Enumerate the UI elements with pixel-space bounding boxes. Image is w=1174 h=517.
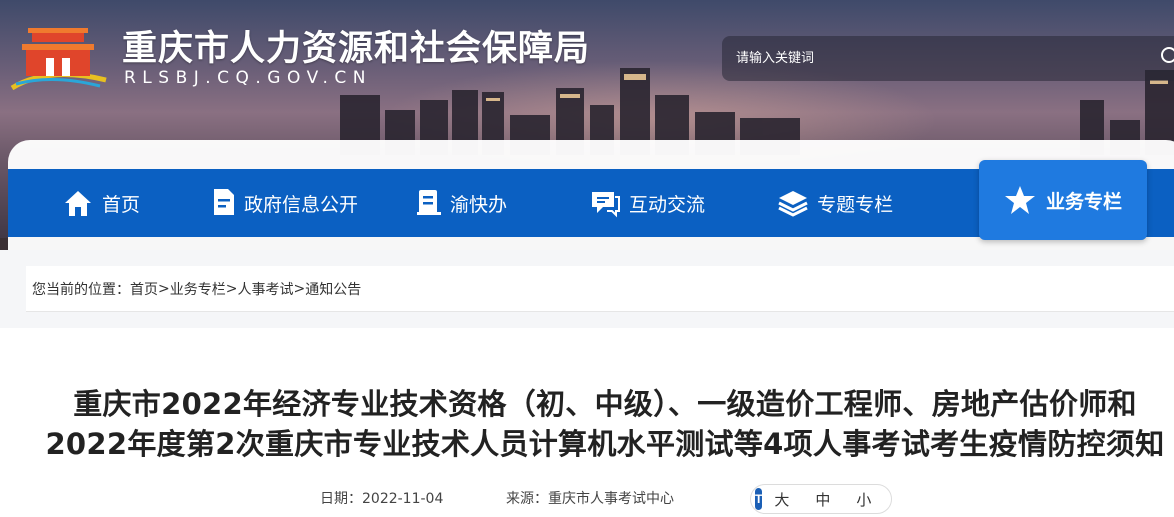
nav-item-special-topics[interactable]: 专题专栏 [777, 169, 893, 237]
breadcrumb-separator: > [158, 280, 170, 297]
breadcrumb-separator: > [225, 280, 238, 297]
date-value: 2022-11-04 [362, 491, 444, 507]
breadcrumb-bar: 您当前的位置： 首页 > 业务专栏 > 人事考试 > 通知公告 [0, 250, 1174, 328]
nav-item-label: 政府信息公开 [244, 193, 359, 216]
nav-item-gov-info[interactable]: 政府信息公开 [212, 169, 358, 237]
nav-item-label: 业务专栏 [1045, 190, 1122, 213]
nav-item-interaction[interactable]: 互动交流 [589, 169, 705, 237]
layers-icon [777, 187, 809, 219]
nav-item-yukuaiban[interactable]: 渝快办 [416, 169, 507, 237]
article-title: 重庆市2022年经济专业技术资格（初、中级）、一级造价工程师、房地产估价师和 2… [30, 384, 1174, 464]
search-box [722, 36, 1174, 81]
article-date: 日期：2022-11-04 [320, 488, 443, 508]
star-icon [1004, 184, 1036, 216]
search-input[interactable] [736, 36, 1136, 81]
clipboard-icon [416, 187, 442, 219]
site-domain: RLSBJ.CQ.GOV.CN [124, 68, 372, 88]
nav-item-home[interactable]: 首页 [62, 169, 140, 237]
article-title-line: 2022年度第2次重庆市专业技术人员计算机水平测试等4项人事考试考生疫情防控须知 [45, 427, 1165, 461]
breadcrumb-home[interactable]: 首页 [130, 279, 158, 299]
font-size-medium[interactable]: 中 [815, 489, 830, 510]
breadcrumb-notices[interactable]: 通知公告 [305, 279, 361, 299]
tiananmen-emblem-icon [10, 28, 107, 91]
font-size-icon: T [755, 488, 763, 510]
font-size-switch: T 大 中 小 [750, 484, 892, 514]
nav-item-business-active[interactable]: 业务专栏 [979, 160, 1147, 240]
nav-item-label: 首页 [102, 193, 141, 216]
source-value: 重庆市人事考试中心 [548, 491, 674, 507]
article-title-line: 重庆市2022年经济专业技术资格（初、中级）、一级造价工程师、房地产估价师和 [73, 387, 1137, 421]
search-icon[interactable] [1160, 46, 1174, 68]
breadcrumb-prefix: 您当前的位置： [32, 281, 130, 298]
font-size-small[interactable]: 小 [856, 489, 871, 510]
breadcrumb: 您当前的位置： 首页 > 业务专栏 > 人事考试 > 通知公告 [26, 266, 1174, 312]
date-label: 日期： [320, 491, 362, 507]
breadcrumb-business[interactable]: 业务专栏 [170, 279, 226, 299]
chat-icon [589, 187, 621, 219]
article-source: 来源：重庆市人事考试中心 [506, 488, 674, 508]
document-icon [212, 187, 236, 219]
breadcrumb-personnel-exam[interactable]: 人事考试 [237, 279, 293, 299]
font-size-large[interactable]: 大 [774, 489, 789, 510]
nav-item-label: 专题专栏 [817, 193, 894, 216]
source-label: 来源： [506, 491, 548, 507]
nav-item-label: 渝快办 [450, 193, 508, 216]
home-icon [62, 187, 94, 219]
site-title: 重庆市人力资源和社会保障局 [122, 29, 591, 69]
nav-item-label: 互动交流 [629, 193, 706, 216]
breadcrumb-separator: > [293, 280, 306, 297]
